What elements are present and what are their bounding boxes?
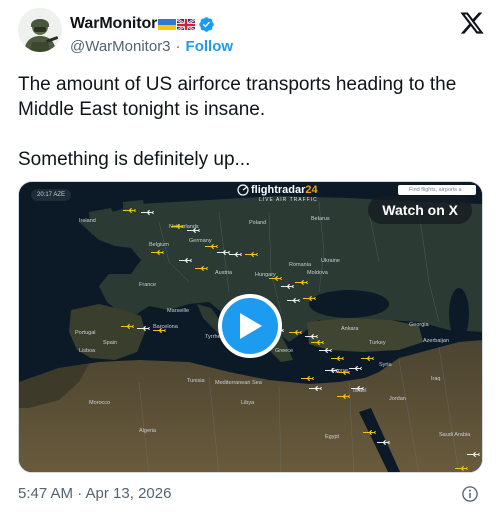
aircraft-icon <box>377 440 390 445</box>
aircraft-icon <box>141 210 154 215</box>
aircraft-icon <box>309 386 322 391</box>
aircraft-icon <box>351 386 364 391</box>
handle[interactable]: @WarMonitor3 <box>70 38 171 55</box>
play-button[interactable] <box>218 294 282 358</box>
timestamp[interactable]: 5:47 AM · Apr 13, 2026 <box>18 485 171 502</box>
aircraft-icon <box>229 252 242 257</box>
aircraft-icon <box>195 266 208 271</box>
aircraft-icon <box>151 250 164 255</box>
play-icon <box>240 313 262 339</box>
aircraft-icon <box>123 208 136 213</box>
x-logo-icon[interactable] <box>459 10 485 36</box>
aircraft-icon <box>331 356 344 361</box>
aircraft-icon <box>281 284 294 289</box>
aircraft-icon <box>287 298 300 303</box>
aircraft-icon <box>455 466 468 471</box>
uk-flag-icon <box>177 18 196 30</box>
aircraft-icon <box>179 258 192 263</box>
aircraft-icon <box>205 244 218 249</box>
tweet-text: The amount of US airforce transports hea… <box>18 72 488 172</box>
aircraft-icon <box>245 252 258 257</box>
info-icon[interactable] <box>461 485 479 503</box>
aircraft-icon <box>311 340 324 345</box>
aircraft-icon <box>337 370 350 375</box>
aircraft-icon <box>301 376 314 381</box>
aircraft-icon <box>325 368 338 373</box>
aircraft-icon <box>467 452 480 457</box>
aircraft-icon <box>269 276 282 281</box>
aircraft-icon <box>319 348 332 353</box>
video-media[interactable]: 20:17 AZE flightradar 24 LIVE AIR TRAFFIC… <box>18 181 483 473</box>
aircraft-icon <box>295 280 308 285</box>
tweet-text-line: Something is definitely up... <box>18 149 251 170</box>
aircraft-icon <box>303 296 316 301</box>
aircraft-icon <box>121 324 134 329</box>
aircraft-icon <box>363 430 376 435</box>
aircraft-icon <box>171 224 184 229</box>
aircraft-icon <box>305 334 318 339</box>
tweet-card: WarMonitor @WarMonitor3 · Follow The amo… <box>0 0 499 514</box>
aircraft-icon <box>337 394 350 399</box>
aircraft-icon <box>217 250 230 255</box>
display-name[interactable]: WarMonitor <box>70 15 157 33</box>
aircraft-icon <box>153 328 166 333</box>
author-name-row: WarMonitor <box>70 14 215 34</box>
aircraft-icon <box>349 366 362 371</box>
aircraft-icon <box>289 330 302 335</box>
avatar[interactable] <box>18 8 62 52</box>
verified-badge-icon <box>199 16 215 32</box>
author-handle-row: @WarMonitor3 · Follow <box>70 38 233 55</box>
ukraine-flag-icon <box>158 18 177 30</box>
aircraft-icon <box>187 228 200 233</box>
soldier-avatar-icon <box>18 8 62 52</box>
follow-button[interactable]: Follow <box>186 38 234 55</box>
aircraft-icon <box>137 326 150 331</box>
watch-on-x-button[interactable]: Watch on X <box>368 196 472 224</box>
tweet-text-line: The amount of US airforce transports hea… <box>18 74 457 120</box>
separator-dot: · <box>175 38 181 55</box>
aircraft-icon <box>361 356 374 361</box>
